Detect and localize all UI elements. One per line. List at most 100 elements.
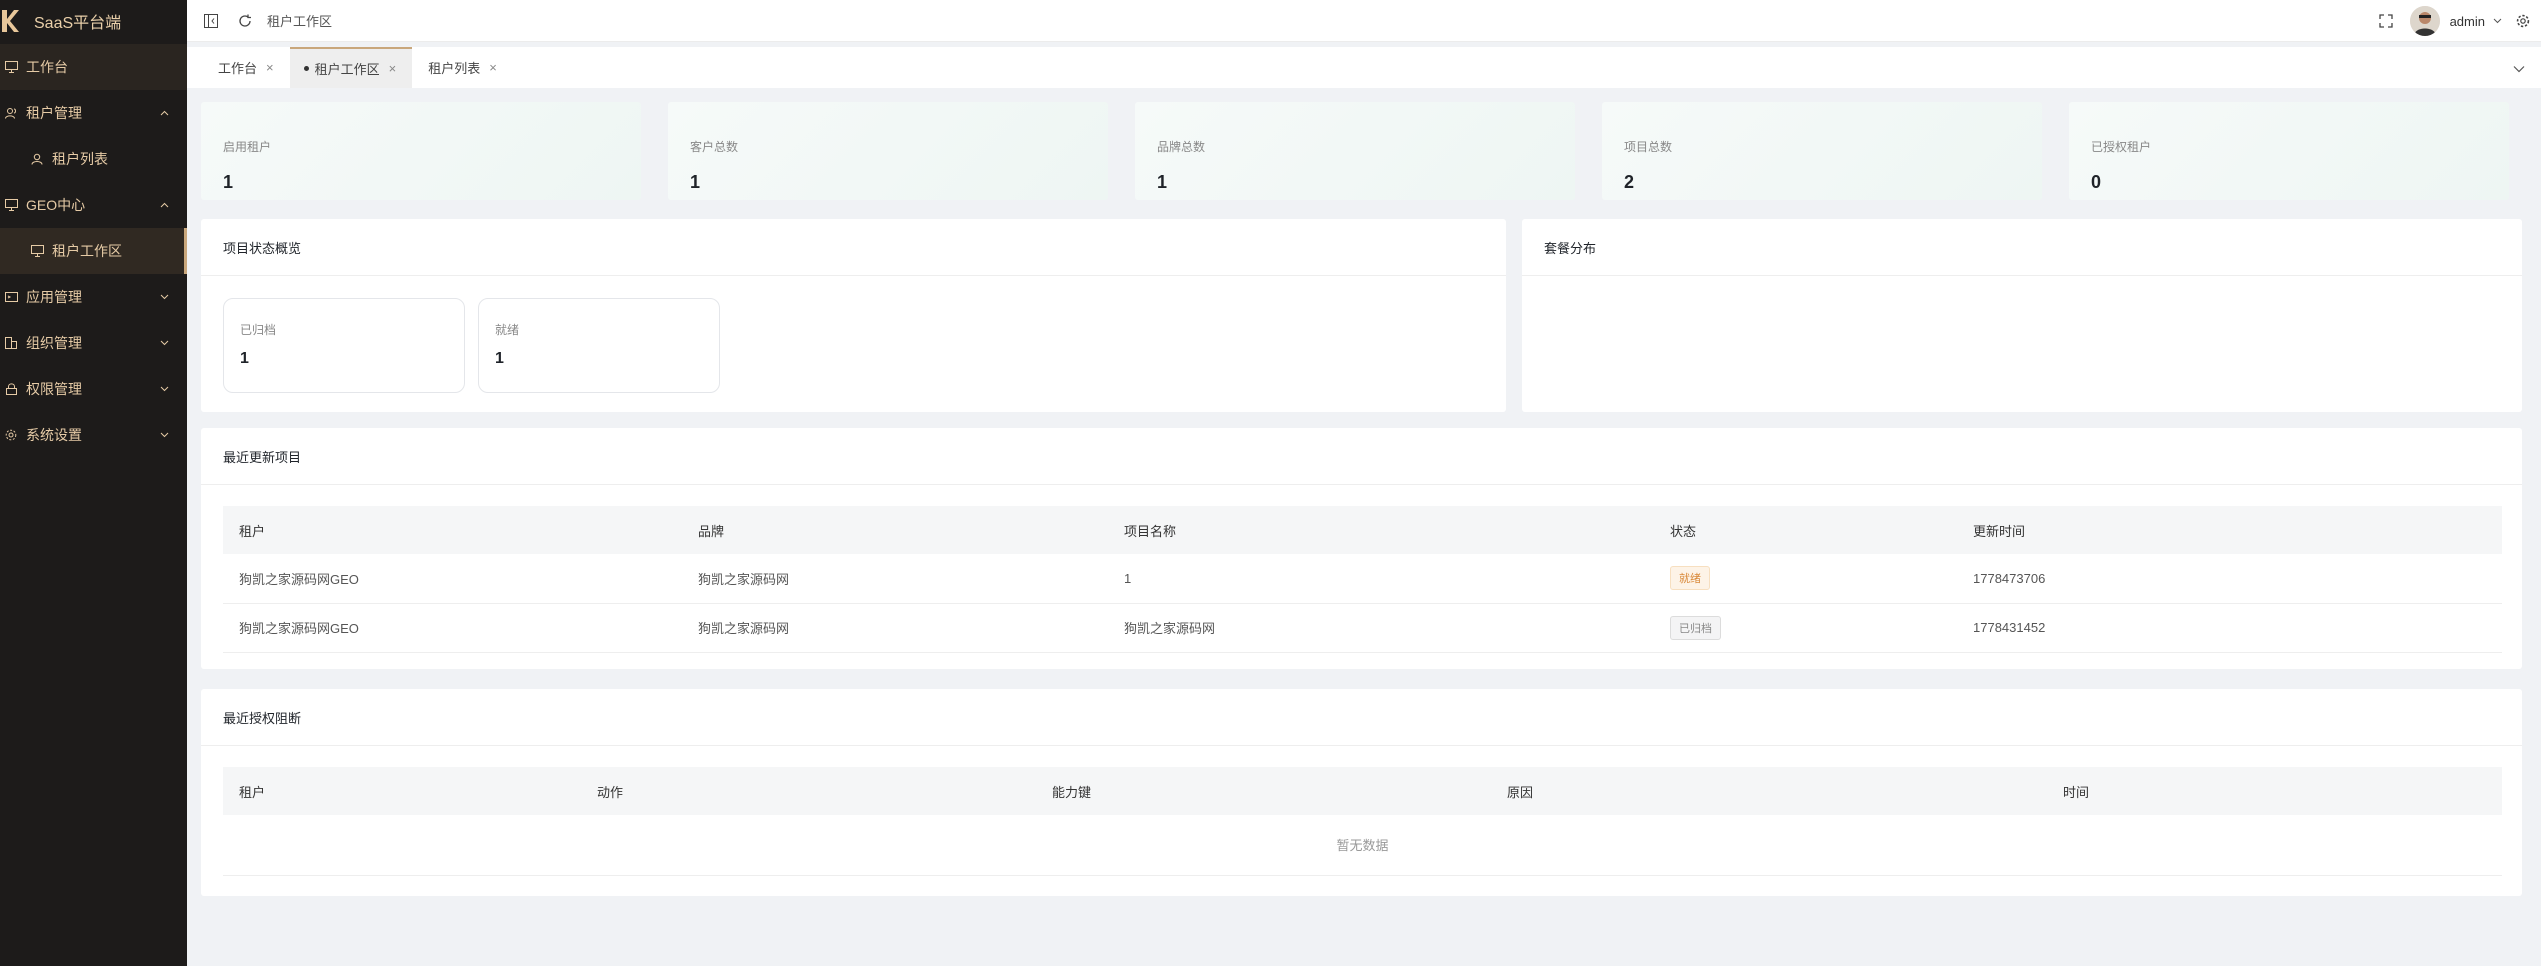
active-dot <box>303 66 309 71</box>
gear-icon <box>4 428 18 442</box>
stat-value: 2 <box>1624 172 1635 192</box>
card-title: 最近更新项目 <box>201 428 2522 485</box>
column-header: 品牌 <box>698 523 725 539</box>
sidebar-item-label: 工作台 <box>26 59 68 75</box>
sidebar-item-tenant-list[interactable]: 租户列表 <box>0 136 187 182</box>
stat-label: 项目总数 <box>1624 140 1673 154</box>
stat-value: 1 <box>1157 172 1168 192</box>
sidebar-item-label: 租户管理 <box>26 105 82 121</box>
close-icon[interactable]: × <box>266 60 274 75</box>
chevron-down-icon <box>159 384 169 394</box>
close-icon[interactable]: × <box>389 61 397 76</box>
sidebar-item-org-management[interactable]: 组织管理 <box>0 320 187 366</box>
chevron-down-icon[interactable] <box>2489 13 2505 29</box>
tab-label: 租户工作区 <box>314 62 380 77</box>
table-row[interactable]: 狗凯之家源码网GEO 狗凯之家源码网 狗凯之家源码网 已归档 177843145… <box>223 603 2502 653</box>
column-header: 能力键 <box>1052 784 1092 800</box>
app-title: SaaS平台端 <box>34 15 122 32</box>
avatar[interactable] <box>2409 6 2440 36</box>
chevron-down-icon <box>159 292 169 302</box>
sidebar-item-workbench[interactable]: 工作台 <box>0 44 187 90</box>
topbar-right: admin <box>2378 0 2541 42</box>
recent-auth-block-table: 租户 动作 能力键 原因 时间 暂无数据 <box>223 767 2502 876</box>
sidebar-item-label: 租户工作区 <box>52 243 122 259</box>
sidebar-item-system-settings[interactable]: 系统设置 <box>0 412 187 458</box>
chevron-down-icon[interactable] <box>2513 60 2527 74</box>
table-header-row: 租户 品牌 项目名称 状态 更新时间 <box>223 506 2502 554</box>
column-header: 原因 <box>1507 784 1534 800</box>
monitor-icon <box>4 198 18 212</box>
column-header: 时间 <box>2063 784 2090 800</box>
sidebar-item-tenant-management[interactable]: 租户管理 <box>0 90 187 136</box>
cell-status: 就绪 <box>1654 554 1957 604</box>
mini-value: 1 <box>495 350 504 367</box>
card-title: 项目状态概览 <box>201 219 1506 276</box>
fullscreen-icon[interactable] <box>2378 13 2394 29</box>
cell-brand: 狗凯之家源码网 <box>682 603 1108 653</box>
sidebar-item-label: 租户列表 <box>52 151 108 167</box>
column-header: 状态 <box>1670 523 1697 539</box>
stat-label: 客户总数 <box>690 140 739 154</box>
tab-tenant-workspace[interactable]: 租户工作区 × <box>289 47 413 88</box>
cell-tenant: 狗凯之家源码网GEO <box>223 603 682 653</box>
sidebar-item-label: 应用管理 <box>26 289 82 305</box>
chevron-up-icon <box>159 108 169 118</box>
breadcrumb: 租户工作区 <box>267 14 333 29</box>
table-row[interactable]: 狗凯之家源码网GEO 狗凯之家源码网 1 就绪 1778473706 <box>223 554 2502 604</box>
collapse-icon[interactable] <box>203 13 219 29</box>
column-header: 动作 <box>597 784 624 800</box>
cell-project: 狗凯之家源码网 <box>1108 603 1654 653</box>
recent-projects-card: 最近更新项目 租户 品牌 项目名称 状态 更新时间 狗凯之家源码网GEO 狗凯之… <box>201 428 2522 669</box>
stat-card: 启用租户 1 <box>201 102 641 200</box>
cell-project: 1 <box>1108 554 1654 604</box>
close-icon[interactable]: × <box>489 60 497 75</box>
sidebar-item-app-management[interactable]: 应用管理 <box>0 274 187 320</box>
main-content: 启用租户 1 客户总数 1 品牌总数 1 项目总数 2 已授权租户 0 项目状态… <box>187 88 2541 966</box>
refresh-icon[interactable] <box>237 13 253 29</box>
sidebar-item-label: 系统设置 <box>26 427 82 443</box>
username[interactable]: admin <box>2450 14 2485 29</box>
monitor-icon <box>30 244 44 258</box>
sidebar-item-geo-center[interactable]: GEO中心 <box>0 182 187 228</box>
sidebar-item-label: 组织管理 <box>26 335 82 351</box>
mini-label: 已归档 <box>240 323 277 337</box>
stat-value: 0 <box>2091 172 2102 192</box>
status-badge: 已归档 <box>1670 615 1721 640</box>
cell-brand: 狗凯之家源码网 <box>682 554 1108 604</box>
logo[interactable]: SaaS平台端 <box>0 0 187 42</box>
mini-value: 1 <box>240 350 249 367</box>
tab-tenant-list[interactable]: 租户列表 × <box>412 47 513 88</box>
recent-auth-block-card: 最近授权阻断 租户 动作 能力键 原因 时间 暂无数据 <box>201 689 2522 896</box>
chevron-down-icon <box>159 430 169 440</box>
stat-card: 项目总数 2 <box>1602 102 2042 200</box>
sidebar-item-label: 权限管理 <box>26 381 82 397</box>
cell-tenant: 狗凯之家源码网GEO <box>223 554 682 604</box>
logo-k-icon <box>0 7 20 35</box>
stat-card: 客户总数 1 <box>668 102 1108 200</box>
org-icon <box>4 336 18 350</box>
chevron-down-icon <box>159 338 169 348</box>
sidebar-item-tenant-workspace[interactable]: 租户工作区 <box>0 228 187 274</box>
stat-label: 已授权租户 <box>2091 140 2152 154</box>
sidebar-menu: 工作台 租户管理 租户列表 GEO中心 租户工作区 应用管理 组织管理 权限管理… <box>0 44 187 458</box>
app-icon <box>4 290 18 304</box>
monitor-icon <box>4 60 18 74</box>
stat-value: 1 <box>223 172 234 192</box>
tab-label: 工作台 <box>218 61 258 76</box>
stat-card: 品牌总数 1 <box>1135 102 1575 200</box>
stat-card: 已授权租户 0 <box>2069 102 2509 200</box>
status-mini-card: 就绪 1 <box>478 298 720 393</box>
users-icon <box>4 106 18 120</box>
empty-row: 暂无数据 <box>223 815 2502 876</box>
card-title: 套餐分布 <box>1522 219 2522 276</box>
sidebar: SaaS平台端 工作台 租户管理 租户列表 GEO中心 租户工作区 应用管理 组… <box>0 0 187 966</box>
cell-updated: 1778473706 <box>1957 554 2502 604</box>
cell-status: 已归档 <box>1654 603 1957 653</box>
cell-updated: 1778431452 <box>1957 603 2502 653</box>
table-header-row: 租户 动作 能力键 原因 时间 <box>223 767 2502 815</box>
sidebar-item-permission-management[interactable]: 权限管理 <box>0 366 187 412</box>
column-header: 租户 <box>239 523 266 539</box>
gear-icon[interactable] <box>2515 13 2531 29</box>
project-status-card: 项目状态概览 已归档 1 就绪 1 <box>201 219 1506 412</box>
tab-workbench[interactable]: 工作台 × <box>187 47 290 88</box>
